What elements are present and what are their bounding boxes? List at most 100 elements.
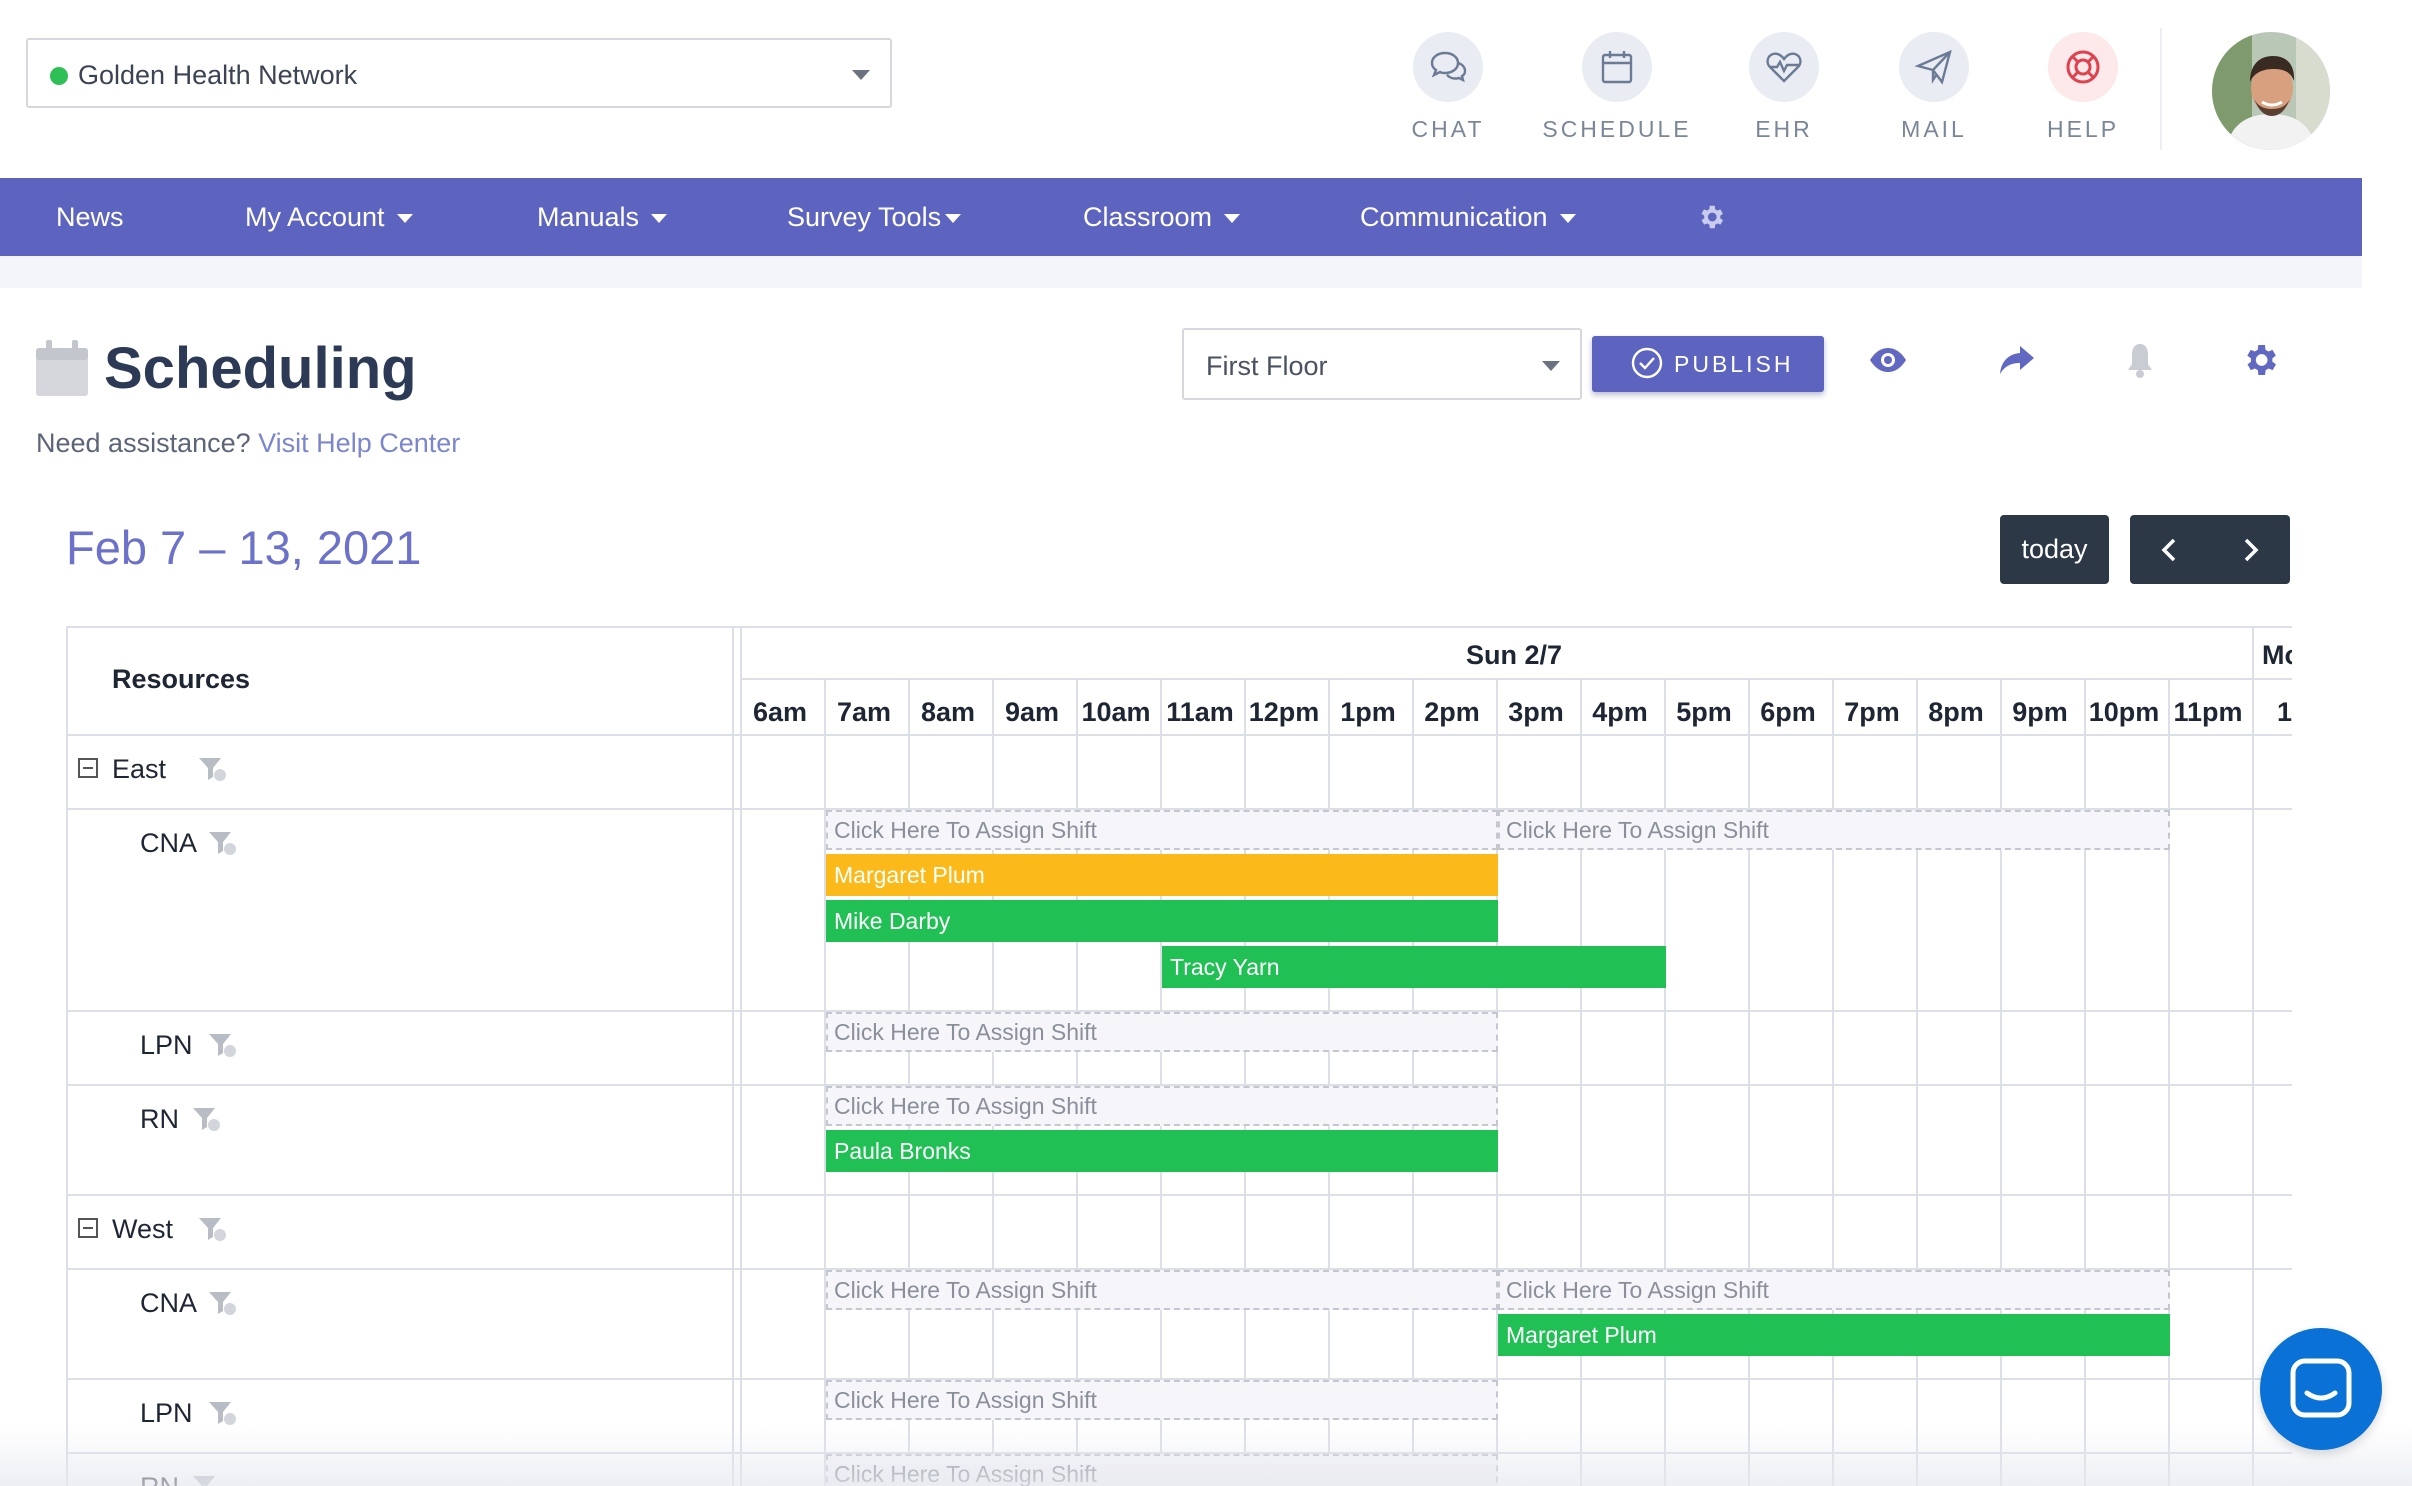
hour-label: 3pm <box>1508 697 1564 727</box>
assign-shift-slot[interactable]: Click Here To Assign Shift <box>1498 810 2170 850</box>
shift-event[interactable]: Paula Bronks <box>826 1130 1498 1172</box>
hour-label: 7pm <box>1844 697 1900 727</box>
user-avatar[interactable] <box>2212 32 2330 150</box>
lifebuoy-icon <box>2048 32 2118 102</box>
share-arrow-icon[interactable] <box>1996 340 2044 386</box>
role-label: LPN <box>140 1398 193 1428</box>
chevron-right-icon <box>2244 538 2259 562</box>
filter-icon[interactable] <box>198 1216 228 1242</box>
app-mail-button[interactable]: MAIL <box>1859 32 2009 152</box>
group-label[interactable]: East <box>112 752 166 786</box>
check-circle-icon <box>1630 346 1664 380</box>
assign-shift-slot[interactable]: Click Here To Assign Shift <box>826 1086 1498 1126</box>
caret-down-icon <box>945 214 962 224</box>
publish-button[interactable]: PUBLISH <box>1592 336 1824 392</box>
hour-label: 7am <box>836 697 892 727</box>
grid-vline <box>1916 678 1918 1486</box>
filter-icon[interactable] <box>208 1032 238 1058</box>
chat-bubble-icon <box>2290 1358 2352 1418</box>
assign-shift-slot[interactable]: Click Here To Assign Shift <box>826 810 1498 850</box>
grid-vline <box>1748 678 1750 1486</box>
grid-vline <box>1328 678 1330 1486</box>
hour-label: 2pm <box>1424 697 1480 727</box>
grid-hline <box>66 734 2292 736</box>
role-label: LPN <box>140 1030 193 1060</box>
shift-event[interactable]: Mike Darby <box>826 900 1498 942</box>
hour-label: 9am <box>1004 697 1060 727</box>
grid-vline <box>992 678 994 1486</box>
caret-down-icon <box>396 214 413 224</box>
role-label: CNA <box>140 1288 198 1318</box>
filter-icon[interactable] <box>208 1290 238 1316</box>
publish-label: PUBLISH <box>1674 351 1794 377</box>
next-week-button[interactable] <box>2210 515 2290 584</box>
grid-hline <box>742 678 2292 680</box>
filter-icon[interactable] <box>208 1400 238 1426</box>
chat-widget-button[interactable] <box>2260 1328 2382 1450</box>
hour-label: 12pm <box>1248 697 1320 727</box>
shift-event[interactable]: Margaret Plum <box>1498 1314 2170 1356</box>
assign-shift-slot[interactable]: Click Here To Assign Shift <box>826 1270 1498 1310</box>
date-range-title: Feb 7 – 13, 2021 <box>66 521 422 574</box>
collapse-toggle-icon[interactable] <box>78 1218 98 1238</box>
grid-vline <box>2252 678 2254 1486</box>
calendar-icon <box>36 340 88 396</box>
hour-label: 8am <box>920 697 976 727</box>
role-label: RN <box>140 1470 179 1486</box>
previous-week-button[interactable] <box>2130 515 2210 584</box>
shift-event[interactable]: Tracy Yarn <box>1162 946 1666 988</box>
app-schedule-button[interactable]: SCHEDULE <box>1542 32 1692 152</box>
page-title: Scheduling <box>104 336 417 401</box>
main-nav: News My Account Manuals Survey Tools Cla… <box>0 178 2362 256</box>
eye-icon[interactable] <box>1868 340 1916 386</box>
filter-icon[interactable] <box>192 1474 222 1486</box>
nav-communication[interactable]: Communication <box>1360 178 1576 256</box>
filter-icon[interactable] <box>198 756 228 782</box>
nav-manuals-label: Manuals <box>537 202 640 232</box>
grid-vline <box>1412 678 1414 1486</box>
assign-shift-slot[interactable]: Click Here To Assign Shift <box>826 1012 1498 1052</box>
hour-label: 10pm <box>2088 697 2160 727</box>
nav-survey-tools[interactable]: Survey Tools <box>787 178 962 256</box>
scheduler-grid: Resources Sun 2/7 Mo 6am 7am 8am 9am 10am 11a… <box>66 626 2292 1486</box>
hour-label: 6am <box>752 697 808 727</box>
floor-select[interactable]: First Floor <box>1182 328 1582 400</box>
nav-settings-gear-icon[interactable] <box>1696 202 1726 232</box>
bell-icon[interactable] <box>2120 340 2168 386</box>
collapse-toggle-icon[interactable] <box>78 758 98 778</box>
app-help-button[interactable]: HELP <box>2008 32 2158 152</box>
grid-hline <box>66 626 2292 628</box>
nav-manuals[interactable]: Manuals <box>537 178 668 256</box>
help-center-link[interactable]: Visit Help Center <box>258 428 460 458</box>
today-button[interactable]: today <box>2000 515 2109 584</box>
caret-down-icon <box>1559 214 1576 224</box>
grid-vline <box>1832 678 1834 1486</box>
chevron-down-icon <box>1542 361 1560 371</box>
calendar-icon <box>1582 32 1652 102</box>
nav-my-account[interactable]: My Account <box>245 178 413 256</box>
app-chat-button[interactable]: CHAT <box>1373 32 1523 152</box>
nav-communication-label: Communication <box>1360 202 1548 232</box>
nav-classroom[interactable]: Classroom <box>1083 178 1241 256</box>
app-ehr-button[interactable]: EHR <box>1709 32 1859 152</box>
nav-survey-tools-label: Survey Tools <box>787 202 942 232</box>
hour-label: 11pm <box>2173 697 2243 727</box>
shift-event[interactable]: Margaret Plum <box>826 854 1498 896</box>
caret-down-icon <box>1224 214 1241 224</box>
nav-news[interactable]: News <box>56 178 124 256</box>
assign-shift-slot[interactable]: Click Here To Assign Shift <box>826 1454 1498 1486</box>
floor-select-value: First Floor <box>1206 351 1328 381</box>
grid-vline <box>740 626 742 1486</box>
caret-down-icon <box>651 214 668 224</box>
group-label[interactable]: West <box>112 1212 173 1246</box>
filter-icon[interactable] <box>192 1106 222 1132</box>
hour-label: 5pm <box>1676 697 1732 727</box>
filter-icon[interactable] <box>208 830 238 856</box>
assign-shift-slot[interactable]: Click Here To Assign Shift <box>826 1380 1498 1420</box>
app-chat-label: CHAT <box>1411 116 1485 142</box>
assign-shift-slot[interactable]: Click Here To Assign Shift <box>1498 1270 2170 1310</box>
top-header: Golden Health Network CHAT SCHEDULE EHR … <box>0 0 2362 178</box>
organization-select[interactable]: Golden Health Network <box>26 38 892 108</box>
window-edge <box>2362 0 2412 1486</box>
gear-icon[interactable] <box>2240 340 2288 386</box>
